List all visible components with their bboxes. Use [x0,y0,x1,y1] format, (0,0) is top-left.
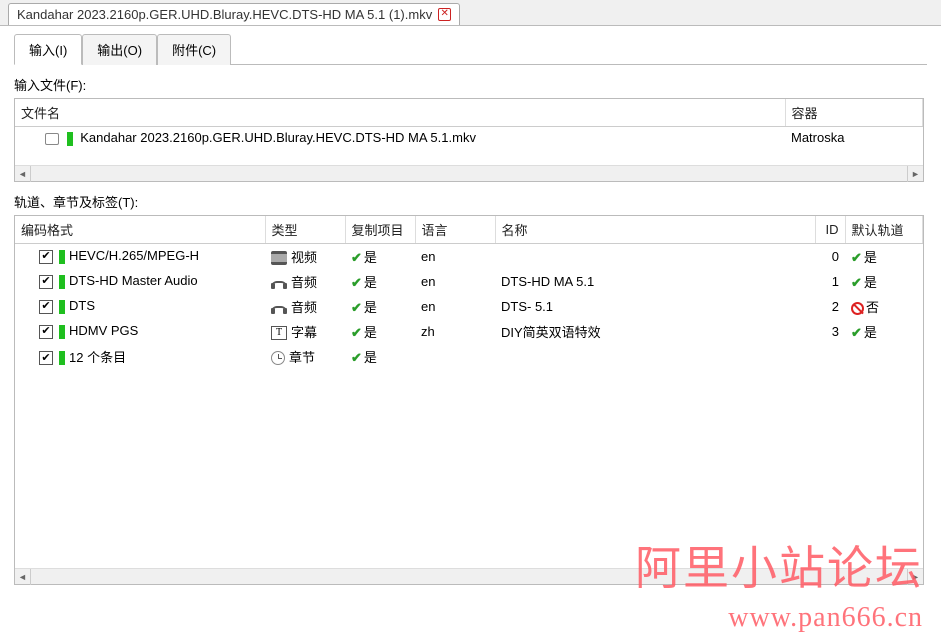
track-type: 章节 [289,350,315,365]
subtitle-icon: T [271,326,287,340]
track-checkbox[interactable]: ✔ [39,275,53,289]
headphones-icon [271,276,287,290]
check-icon: ✔ [351,300,362,316]
tracks-label: 轨道、章节及标签(T): [14,192,927,211]
scroll-right-arrow[interactable]: ► [907,166,923,182]
track-checkbox[interactable]: ✔ [39,325,53,339]
check-icon: ✔ [351,275,362,291]
col-id[interactable]: ID [815,216,845,244]
status-bar-icon [59,300,65,314]
status-bar-icon [59,250,65,264]
track-id [815,344,845,369]
track-type: 视频 [291,250,317,265]
watermark-text-2: www.pan666.cn [728,602,923,634]
track-row[interactable]: ✔12 个条目章节✔是 [15,344,923,369]
track-copy: 是 [364,325,377,340]
track-row[interactable]: ✔HEVC/H.265/MPEG-H视频✔是en0✔是 [15,243,923,269]
track-type: 字幕 [291,325,317,340]
track-lang: en [415,243,495,269]
status-bar-icon [67,132,73,146]
file-tab-title: Kandahar 2023.2160p.GER.UHD.Bluray.HEVC.… [17,7,432,22]
tab-attachments[interactable]: 附件(C) [157,34,231,65]
track-name: DTS-HD MA 5.1 [495,269,815,294]
file-row[interactable]: Kandahar 2023.2160p.GER.UHD.Bluray.HEVC.… [15,127,923,149]
track-row[interactable]: ✔HDMV PGST字幕✔是zhDIY简英双语特效3✔是 [15,319,923,344]
track-id: 2 [815,294,845,319]
track-copy: 是 [364,275,377,290]
track-checkbox[interactable]: ✔ [39,351,53,365]
input-files-label: 输入文件(F): [14,75,927,94]
file-tab[interactable]: Kandahar 2023.2160p.GER.UHD.Bluray.HEVC.… [8,3,460,25]
scroll-right-arrow[interactable]: ► [907,569,923,585]
status-bar-icon [59,325,65,339]
content-area: 输入(I) 输出(O) 附件(C) 输入文件(F): 文件名 容器 Kandah… [0,26,941,599]
track-copy: 是 [364,250,377,265]
track-codec: HEVC/H.265/MPEG-H [69,248,199,263]
track-id: 1 [815,269,845,294]
file-name: Kandahar 2023.2160p.GER.UHD.Bluray.HEVC.… [80,130,476,145]
check-icon: ✔ [351,350,362,366]
col-filename[interactable]: 文件名 [15,99,785,127]
col-codec[interactable]: 编码格式 [15,216,265,244]
track-checkbox[interactable]: ✔ [39,250,53,264]
tab-output[interactable]: 输出(O) [82,34,157,65]
track-lang [415,344,495,369]
clock-icon [271,351,285,365]
track-type: 音频 [291,275,317,290]
check-icon: ✔ [351,250,362,266]
check-icon: ✔ [851,275,862,291]
col-name[interactable]: 名称 [495,216,815,244]
track-lang: en [415,269,495,294]
track-lang: en [415,294,495,319]
track-codec: DTS-HD Master Audio [69,273,198,288]
status-bar-icon [59,275,65,289]
check-icon: ✔ [851,325,862,341]
prohibited-icon [851,302,864,315]
track-default: 是 [864,325,877,340]
file-icon [45,133,59,145]
track-codec: 12 个条目 [69,350,126,365]
tab-input[interactable]: 输入(I) [14,34,82,65]
track-default: 是 [864,275,877,290]
col-type[interactable]: 类型 [265,216,345,244]
tracks-table: 编码格式 类型 复制项目 语言 名称 ID 默认轨道 ✔ HEVC/H.265/M… [14,215,924,585]
check-icon: ✔ [851,250,862,266]
track-copy: 是 [364,350,377,365]
track-name [495,243,815,269]
track-name [495,344,815,369]
track-lang: zh [415,319,495,344]
track-id: 0 [815,243,845,269]
scroll-left-arrow[interactable]: ◄ [15,166,31,182]
track-row[interactable]: ✔DTS音频✔是enDTS- 5.12否 [15,294,923,319]
track-type: 音频 [291,300,317,315]
col-copy[interactable]: 复制项目 [345,216,415,244]
col-default[interactable]: 默认轨道 [845,216,923,244]
headphones-icon [271,301,287,315]
h-scrollbar-tracks[interactable]: ◄ ► [15,568,923,584]
track-codec: HDMV PGS [69,323,138,338]
track-default: 是 [864,250,877,265]
track-copy: 是 [364,300,377,315]
track-default: 否 [866,300,879,315]
sub-tabs: 输入(I) 输出(O) 附件(C) [14,34,927,65]
col-container[interactable]: 容器 [785,99,923,127]
track-checkbox[interactable]: ✔ [39,300,53,314]
track-id: 3 [815,319,845,344]
scroll-left-arrow[interactable]: ◄ [15,569,31,585]
col-lang[interactable]: 语言 [415,216,495,244]
file-container: Matroska [785,127,923,149]
status-bar-icon [59,351,65,365]
check-icon: ✔ [351,325,362,341]
track-name: DTS- 5.1 [495,294,815,319]
close-icon[interactable]: ✕ [438,8,451,21]
window-tab-bar: Kandahar 2023.2160p.GER.UHD.Bluray.HEVC.… [0,0,941,26]
track-codec: DTS [69,298,95,313]
h-scrollbar[interactable]: ◄ ► [15,165,923,181]
track-name: DIY简英双语特效 [495,319,815,344]
track-row[interactable]: ✔DTS-HD Master Audio音频✔是enDTS-HD MA 5.11… [15,269,923,294]
file-table: 文件名 容器 Kandahar 2023.2160p.GER.UHD.Blura… [14,98,924,182]
video-icon [271,251,287,265]
